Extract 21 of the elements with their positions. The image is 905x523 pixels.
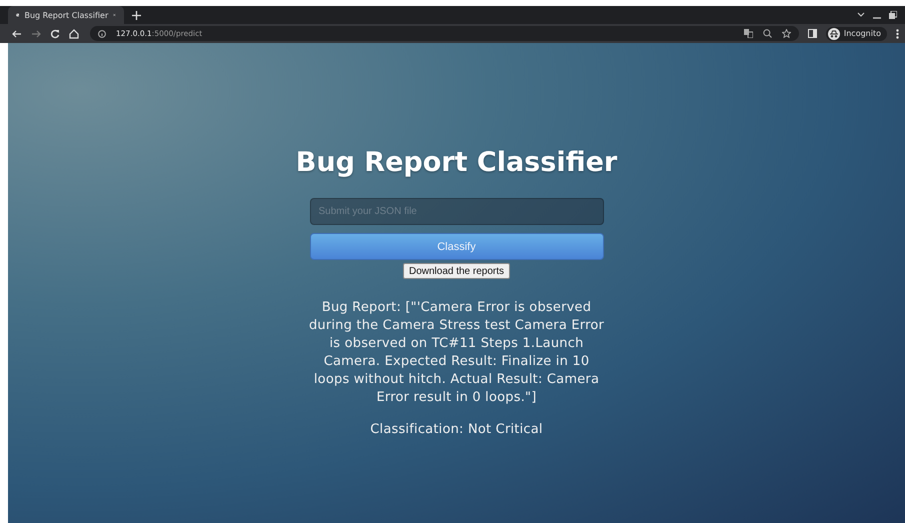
profile-button[interactable]: Incognito: [826, 26, 887, 40]
file-input-field[interactable]: Submit your JSON file: [310, 198, 604, 225]
download-button[interactable]: Download the reports: [402, 263, 510, 279]
incognito-icon: [828, 28, 840, 40]
translate-icon[interactable]: [744, 29, 753, 38]
forward-icon[interactable]: [31, 28, 41, 38]
restore-icon[interactable]: [889, 11, 897, 19]
bug-report-text: Bug Report: ["'Camera Error is observed during the Camera Stress test Camera Error is observed on TC#11 Steps 1.Launch Camera. Expected Result: Finalize in 10 loops without hitch. Actual Result: Camera Error result in 0 loops."]: [308, 299, 606, 407]
side-panel-icon[interactable]: [808, 29, 817, 38]
reload-icon[interactable]: [50, 28, 60, 38]
zoom-icon[interactable]: [762, 29, 772, 38]
info-icon: [98, 30, 106, 38]
browser-tab[interactable]: Bug Report Classifier: [8, 6, 124, 24]
chevron-down-icon[interactable]: [857, 12, 865, 18]
page-title: Bug Report Classifier: [296, 147, 618, 178]
home-icon[interactable]: [69, 28, 79, 38]
new-tab-icon[interactable]: [132, 10, 141, 20]
classification-text: Classification: Not Critical: [370, 422, 543, 437]
menu-icon[interactable]: [896, 28, 899, 38]
back-icon[interactable]: [12, 28, 22, 38]
star-icon[interactable]: [782, 29, 791, 38]
